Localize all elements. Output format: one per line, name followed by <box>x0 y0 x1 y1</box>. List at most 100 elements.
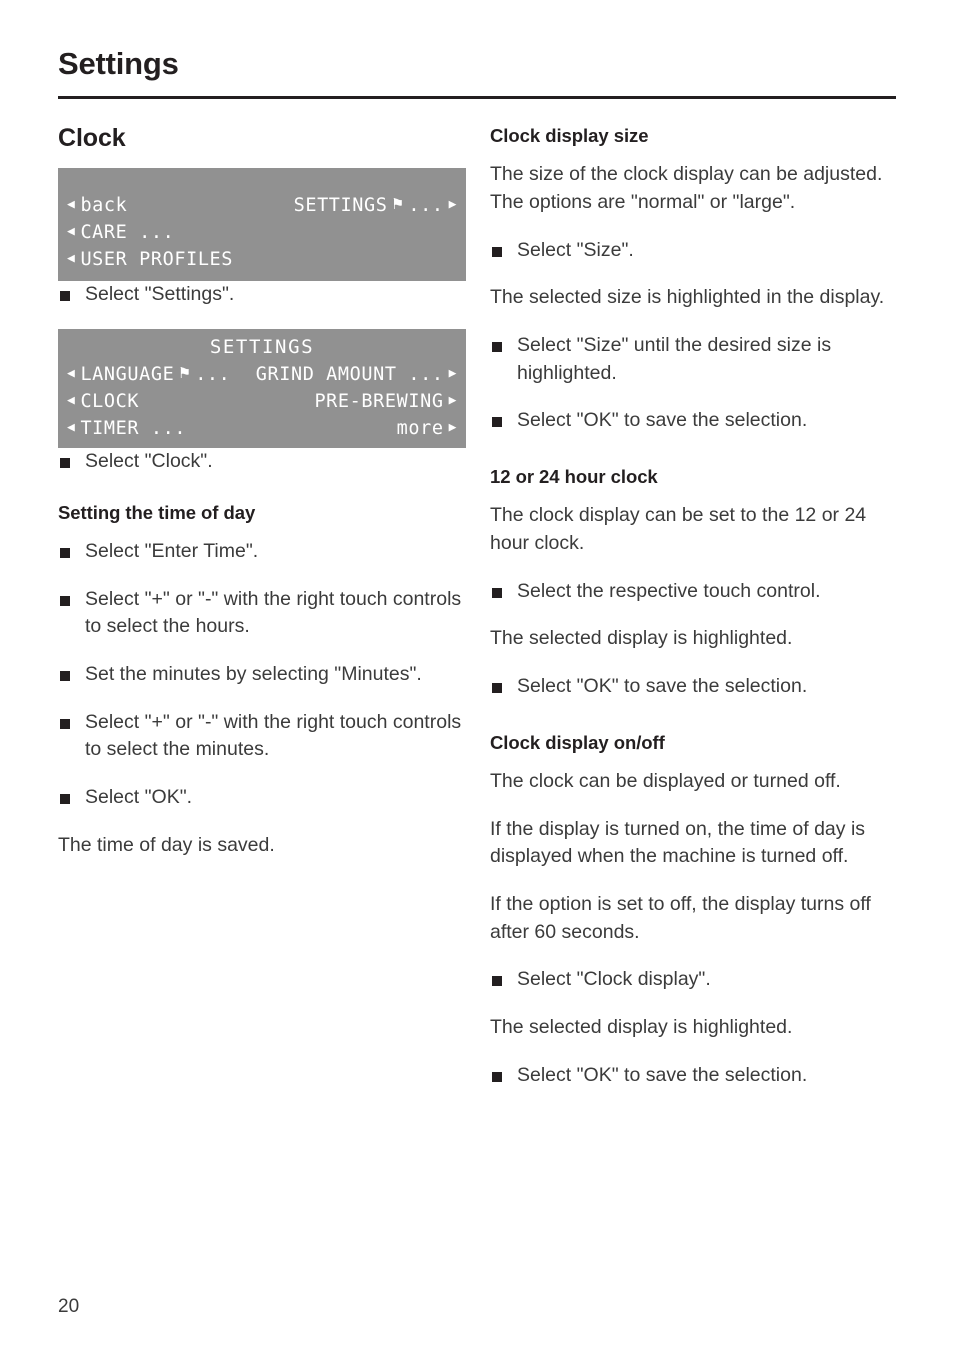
bullet-square-icon <box>492 976 502 987</box>
step-text: Select "Size" until the desired size is … <box>517 333 832 384</box>
paragraph-hour-clock: The clock display can be set to the 12 o… <box>490 504 867 554</box>
lcd-ellipsis: ... <box>408 195 444 217</box>
right-column: Clock display size The size of the clock… <box>490 125 898 1109</box>
sub-title-clock-display-onoff: Clock display on/off <box>490 731 665 753</box>
page-title: Settings <box>58 46 179 81</box>
lcd-label-pre-brewing: PRE-BREWING <box>314 390 444 412</box>
lcd-label-clock: CLOCK <box>80 390 140 412</box>
bullet-square-icon <box>492 246 502 257</box>
lcd-label-grind-amount: GRIND AMOUNT ... <box>255 363 444 385</box>
list-item: Set the minutes by selecting "Minutes". <box>58 661 466 689</box>
left-column: Clock ◀ back SETTINGS ⚑ ... ▶ ◀ CARE ...… <box>58 125 466 879</box>
left-arrow-icon: ◀ <box>67 224 76 240</box>
list-item: Select "Settings". <box>58 281 466 309</box>
step-list-touch-control: Select the respective touch control. <box>490 578 898 606</box>
step-text: Select "+" or "-" with the right touch c… <box>85 587 462 638</box>
list-item: Select "Size" until the desired size is … <box>490 332 898 387</box>
right-arrow-icon: ▶ <box>448 392 457 408</box>
list-item: Select "OK" to save the selection. <box>490 1062 898 1090</box>
step-list-save-selection-1: Select "OK" to save the selection. <box>490 673 898 701</box>
left-arrow-icon: ◀ <box>67 251 76 267</box>
step-text: Select "Clock". <box>85 449 213 472</box>
bullet-square-icon <box>60 547 70 558</box>
paragraph-onoff-2: If the display is turned on, the time of… <box>490 817 866 868</box>
bullet-square-icon <box>492 1071 502 1082</box>
lcd-row-user-profiles: ◀ USER PROFILES <box>58 246 466 273</box>
step-text: Select "OK" to save the selection. <box>517 409 808 432</box>
paragraph-onoff-1: The clock can be displayed or turned off… <box>490 769 841 792</box>
lcd-ellipsis: ... <box>195 363 231 385</box>
bullet-square-icon <box>60 670 70 681</box>
left-arrow-icon: ◀ <box>67 197 76 213</box>
document-page: Settings Clock ◀ back SETTINGS ⚑ ... ▶ ◀… <box>0 0 954 1352</box>
bullet-square-icon <box>60 718 70 729</box>
header-divider <box>58 96 896 99</box>
step-list-select-settings: Select "Settings". <box>58 281 466 309</box>
lcd-label-back: back <box>80 195 128 217</box>
step-text: Select "OK" to save the selection. <box>517 1063 808 1086</box>
paragraph-display-highlighted-1: The selected display is highlighted. <box>490 627 793 650</box>
lcd-row-care: ◀ CARE ... <box>58 219 466 246</box>
lcd-row-blank <box>58 172 466 192</box>
step-list-save-selection-2: Select "OK" to save the selection. <box>490 1062 898 1090</box>
step-list-select-size: Select "Size". <box>490 237 898 265</box>
step-text: Select the respective touch control. <box>517 579 821 602</box>
lcd-row-clock-prebrewing: ◀ CLOCK PRE-BREWING ▶ <box>58 388 466 415</box>
step-text: Select "+" or "-" with the right touch c… <box>85 710 462 761</box>
sub-title-clock-display-size: Clock display size <box>490 125 649 146</box>
lcd-label-more: more <box>396 417 444 439</box>
paragraph-size-highlighted: The selected size is highlighted in the … <box>490 286 885 309</box>
bullet-square-icon <box>492 417 502 428</box>
sub-title-setting-time-of-day: Setting the time of day <box>58 501 256 523</box>
lcd-row-back: ◀ back SETTINGS ⚑ ... ▶ <box>58 192 466 219</box>
step-text: Set the minutes by selecting "Minutes". <box>85 662 422 685</box>
list-item: Select "+" or "-" with the right touch c… <box>58 709 466 764</box>
section-title-clock: Clock <box>58 124 126 152</box>
right-arrow-icon: ▶ <box>448 419 457 435</box>
right-arrow-icon: ▶ <box>448 197 457 213</box>
left-arrow-icon: ◀ <box>67 392 76 408</box>
left-arrow-icon: ◀ <box>67 419 76 435</box>
list-item: Select "Size". <box>490 237 898 265</box>
left-arrow-icon: ◀ <box>67 365 76 381</box>
step-text: Select "Clock display". <box>517 968 711 991</box>
bullet-square-icon <box>492 587 502 598</box>
list-item: Select "OK". <box>58 784 466 812</box>
paragraph-time-saved: The time of day is saved. <box>58 833 275 856</box>
step-list-select-clock: Select "Clock". <box>58 448 466 476</box>
bullet-square-icon <box>60 793 70 804</box>
flag-icon: ⚑ <box>392 194 404 215</box>
step-list-size-until-highlighted: Select "Size" until the desired size is … <box>490 332 898 435</box>
list-item: Select the respective touch control. <box>490 578 898 606</box>
page-number: 20 <box>58 1296 80 1317</box>
step-text: Select "OK". <box>85 785 193 808</box>
right-arrow-icon: ▶ <box>448 365 457 381</box>
lcd-label-timer: TIMER ... <box>80 417 187 439</box>
step-text: Select "Settings". <box>85 283 235 306</box>
list-item: Select "OK" to save the selection. <box>490 407 898 435</box>
lcd-title-settings: SETTINGS <box>209 336 315 359</box>
bullet-square-icon <box>492 341 502 352</box>
list-item: Select "Clock display". <box>490 966 898 994</box>
list-item: Select "+" or "-" with the right touch c… <box>58 586 466 641</box>
list-item: Select "OK" to save the selection. <box>490 673 898 701</box>
lcd-row-language-grind: ◀ LANGUAGE ⚑ ... GRIND AMOUNT ... ▶ <box>58 361 466 388</box>
paragraph-display-highlighted-2: The selected display is highlighted. <box>490 1015 793 1038</box>
paragraph-size-options: The size of the clock display can be adj… <box>490 163 883 213</box>
bullet-square-icon <box>60 595 70 606</box>
lcd-row-timer-more: ◀ TIMER ... more ▶ <box>58 415 466 442</box>
lcd-label-user-profiles: USER PROFILES <box>80 249 234 271</box>
lcd-label-language: LANGUAGE <box>80 363 175 385</box>
step-list-time-of-day: Select "Enter Time". Select "+" or "-" w… <box>58 538 466 812</box>
lcd-label-care: CARE ... <box>80 222 175 244</box>
step-text: Select "OK" to save the selection. <box>517 674 808 697</box>
bullet-square-icon <box>60 291 70 302</box>
lcd-display-navigation: ◀ back SETTINGS ⚑ ... ▶ ◀ CARE ... ◀ USE… <box>58 168 466 282</box>
lcd-row-title: SETTINGS <box>58 334 466 361</box>
bullet-square-icon <box>60 457 70 468</box>
step-text: Select "Enter Time". <box>85 539 259 562</box>
flag-icon: ⚑ <box>179 362 191 383</box>
sub-title-hour-clock: 12 or 24 hour clock <box>490 466 658 487</box>
list-item: Select "Clock". <box>58 448 466 476</box>
step-list-select-clock-display: Select "Clock display". <box>490 966 898 994</box>
